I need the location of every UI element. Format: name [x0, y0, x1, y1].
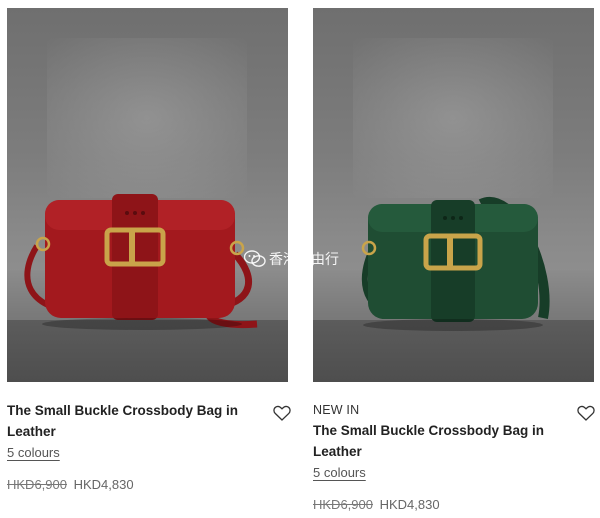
wechat-icon [243, 250, 266, 268]
product-info: The Small Buckle Crossbody Bag in Leathe… [7, 382, 288, 495]
new-in-badge: NEW IN [313, 403, 360, 417]
sale-price: HKD4,830 [379, 497, 440, 512]
product-image[interactable] [313, 8, 594, 382]
heart-outline-icon[interactable] [273, 405, 291, 421]
colours-link[interactable]: 5 colours [313, 463, 366, 483]
colours-link[interactable]: 5 colours [7, 443, 60, 463]
watermark-text: 香港自由行 [269, 252, 339, 268]
original-price: HKD6,900 [313, 497, 373, 512]
product-title[interactable]: The Small Buckle Crossbody Bag in Leathe… [7, 400, 242, 442]
red-crossbody-bag [24, 194, 258, 330]
watermark: 香港自由行 [243, 249, 339, 269]
heart-outline-icon[interactable] [577, 405, 595, 421]
product-image[interactable] [7, 8, 288, 382]
product-card[interactable]: NEW IN The Small Buckle Crossbody Bag in… [313, 8, 595, 515]
product-info: NEW IN The Small Buckle Crossbody Bag in… [313, 382, 594, 515]
original-price: HKD6,900 [7, 477, 67, 492]
price: HKD6,900 HKD4,830 [313, 495, 594, 515]
green-crossbody-bag [361, 197, 550, 331]
price: HKD6,900 HKD4,830 [7, 475, 288, 495]
sale-price: HKD4,830 [73, 477, 134, 492]
product-title[interactable]: The Small Buckle Crossbody Bag in Leathe… [313, 420, 548, 462]
